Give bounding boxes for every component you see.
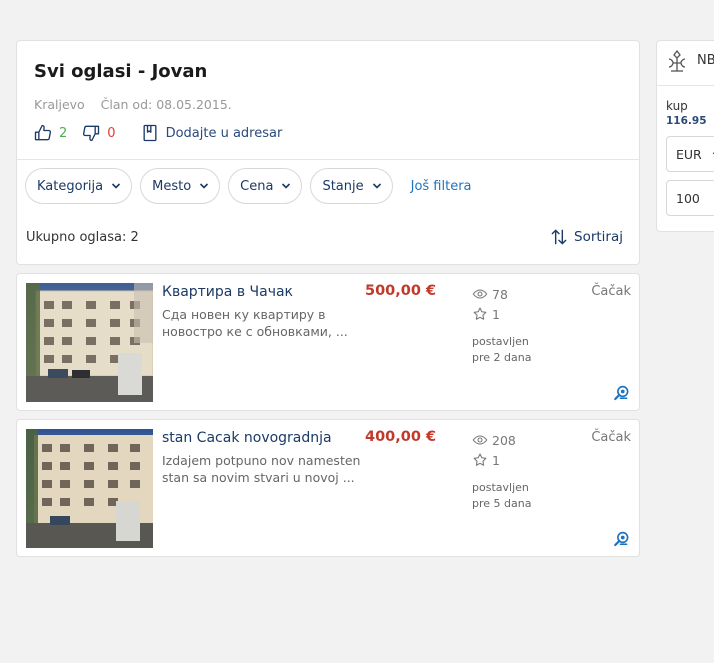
- amount-value: 100: [676, 190, 700, 206]
- favorite-button[interactable]: 1: [472, 450, 516, 470]
- bookmark-icon: [143, 124, 157, 142]
- listing-title[interactable]: Квартира в Чачак: [162, 284, 293, 300]
- posted-ago: pre 2 dana: [472, 351, 532, 364]
- profile-location: Kraljevo: [34, 97, 85, 112]
- building-photo: [26, 283, 153, 402]
- buy-rate-value: 116.95: [666, 115, 707, 127]
- filter-kategorija[interactable]: Kategorija: [25, 168, 133, 204]
- profile-card: Svi oglasi - Jovan Kraljevo Član od: 08.…: [16, 40, 640, 265]
- profile-meta: Kraljevo Član od: 08.05.2015.: [34, 97, 232, 112]
- eye-icon: [472, 435, 488, 445]
- favorite-button[interactable]: 1: [472, 304, 508, 324]
- divider: [657, 85, 714, 86]
- filter-cena[interactable]: Cena: [228, 168, 303, 204]
- filter-label: Kategorija: [37, 178, 104, 194]
- listing-photo[interactable]: [26, 283, 153, 402]
- zoom-icon[interactable]: [613, 530, 631, 548]
- views-count: 78: [492, 286, 508, 302]
- listing-title[interactable]: stan Cacak novogradnja: [162, 430, 332, 446]
- page-title: Svi oglasi - Jovan: [34, 61, 208, 82]
- member-since: Član od: 08.05.2015.: [100, 97, 232, 112]
- filter-label: Mesto: [152, 178, 192, 194]
- listing-price: 400,00 €: [365, 429, 437, 445]
- listing-description: Сда новен ку квартиру в новостро ке с об…: [162, 307, 348, 339]
- listing-price: 500,00 €: [365, 283, 437, 299]
- eye-icon: [472, 289, 488, 299]
- listing-card[interactable]: Квартира в Чачак Сда новен ку квартиру в…: [16, 273, 640, 411]
- views-count: 208: [492, 432, 516, 448]
- buy-rate-label: kup: [666, 99, 688, 113]
- profile-actions: 2 0 Dodajte u adresar: [33, 123, 296, 143]
- more-filters-link[interactable]: Još filtera: [411, 179, 472, 194]
- filter-bar: Kategorija Mesto Cena Stanje Još filtera: [25, 168, 472, 204]
- listing-card[interactable]: stan Cacak novogradnja Izdajem potpuno n…: [16, 419, 640, 557]
- listing-city: Čačak: [591, 430, 631, 445]
- zoom-icon[interactable]: [613, 384, 631, 402]
- listing-photo[interactable]: [26, 429, 153, 548]
- thumbs-up-icon: [34, 124, 52, 141]
- bank-name: NB: [697, 53, 714, 68]
- add-to-addressbook-label: Dodajte u adresar: [165, 125, 283, 141]
- add-to-addressbook-button[interactable]: Dodajte u adresar: [140, 123, 283, 143]
- filter-label: Cena: [240, 178, 274, 194]
- chevron-down-icon: [372, 183, 381, 189]
- divider: [17, 159, 639, 160]
- dislike-button[interactable]: 0: [81, 123, 116, 143]
- star-icon: [473, 453, 487, 466]
- posted-info: postavljen pre 2 dana: [472, 334, 531, 366]
- posted-ago: pre 5 dana: [472, 497, 532, 510]
- chevron-down-icon: [200, 183, 209, 189]
- like-button[interactable]: 2: [33, 123, 67, 143]
- results-total: Ukupno oglasa: 2: [26, 230, 139, 245]
- chevron-down-icon: [282, 183, 291, 189]
- exchange-rate-widget: NB kup 116.95 EUR 100: [656, 40, 714, 232]
- favorites-count: 1: [492, 306, 500, 322]
- sort-button[interactable]: Sortiraj: [549, 227, 623, 247]
- bank-logo-icon: [668, 50, 686, 72]
- amount-input[interactable]: 100: [666, 180, 714, 216]
- filter-label: Stanje: [322, 178, 364, 194]
- posted-label: postavljen: [472, 481, 529, 494]
- filter-stanje[interactable]: Stanje: [310, 168, 393, 204]
- thumbs-down-icon: [83, 125, 100, 142]
- building-photo: [26, 429, 153, 548]
- filter-mesto[interactable]: Mesto: [140, 168, 221, 204]
- sort-label: Sortiraj: [574, 229, 623, 245]
- favorites-count: 1: [492, 452, 500, 468]
- views-stat: 78: [472, 284, 508, 304]
- chevron-down-icon: [112, 183, 121, 189]
- listing-city: Čačak: [591, 284, 631, 299]
- views-stat: 208: [472, 430, 516, 450]
- posted-label: postavljen: [472, 335, 529, 348]
- likes-count: 2: [59, 125, 68, 141]
- currency-select[interactable]: EUR: [666, 136, 714, 172]
- posted-info: postavljen pre 5 dana: [472, 480, 531, 512]
- listing-description: Izdajem potpuno nov namesten stan sa nov…: [162, 453, 361, 485]
- currency-value: EUR: [676, 146, 702, 162]
- listing-stats: 208 1: [472, 430, 516, 470]
- listing-stats: 78 1: [472, 284, 508, 324]
- dislikes-count: 0: [107, 125, 116, 141]
- sort-arrows-icon: [551, 229, 567, 245]
- star-icon: [473, 307, 487, 320]
